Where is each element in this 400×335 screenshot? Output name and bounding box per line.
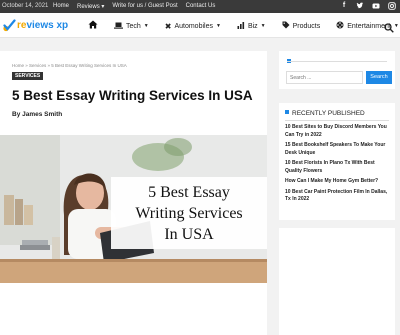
list-item[interactable]: 15 Best Bookshelf Speakers To Make Your … (285, 142, 393, 157)
film-icon (336, 21, 344, 31)
chevron-down-icon: ▼ (215, 23, 221, 29)
site-logo[interactable]: reviews xp (2, 18, 68, 32)
wrench-icon: ✖ (164, 21, 172, 31)
list-item[interactable]: 10 Best Car Paint Protection Film In Dal… (285, 189, 393, 204)
bar-chart-icon (237, 21, 245, 31)
main-nav: Tech ▼ ✖ Automobiles ▼ Biz ▼ Products Enter… (88, 20, 400, 32)
laptop-icon (114, 22, 123, 31)
chevron-down-icon: ▼ (143, 23, 149, 29)
recently-published-widget: RECENTLY PUBLISHED 10 Best Sites to Buy … (279, 103, 395, 220)
article-main: Home » Services » 5 Best Essay Writing S… (0, 51, 267, 335)
tag-icon (282, 21, 290, 31)
hero-title-overlay: 5 Best Essay Writing Services In USA (111, 177, 267, 249)
widget-heading: RECENTLY PUBLISHED (285, 110, 365, 117)
home-icon[interactable] (88, 20, 98, 32)
social-links: f (340, 2, 396, 10)
top-link-contact[interactable]: Contact Us (186, 3, 216, 10)
author-byline[interactable]: By James Smith (12, 111, 62, 118)
chevron-down-icon: ▼ (260, 23, 266, 29)
nav-item-products[interactable]: Products (282, 21, 320, 31)
logo-check-icon (2, 18, 16, 32)
youtube-icon[interactable] (372, 2, 380, 10)
list-item[interactable]: How Can I Make My Home Gym Better? (285, 178, 393, 186)
breadcrumb[interactable]: Home » Services » 5 Best Essay Writing S… (12, 63, 127, 68)
instagram-icon[interactable] (388, 2, 396, 10)
twitter-icon[interactable] (356, 2, 364, 10)
search-input[interactable] (286, 71, 363, 84)
top-bar: October 14, 2021 Home Reviews ▾ Write fo… (0, 0, 400, 13)
site-header: reviews xp Tech ▼ ✖ Automobiles ▼ Biz ▼ Pro… (0, 13, 400, 38)
hero-image: 5 Best Essay Writing Services In USA (0, 135, 267, 283)
divider (287, 61, 387, 62)
recent-posts-list: 10 Best Sites to Buy Discord Members You… (285, 124, 393, 207)
nav-item-biz[interactable]: Biz ▼ (237, 21, 266, 31)
top-link-reviews[interactable]: Reviews ▾ (77, 3, 104, 10)
search-icon[interactable] (384, 20, 394, 33)
top-links: Home Reviews ▾ Write for us / Guest Post… (53, 3, 215, 10)
list-item[interactable]: 10 Best Florists In Plano Tx With Best Q… (285, 160, 393, 175)
sidebar-widget (279, 228, 395, 335)
top-link-home[interactable]: Home (53, 3, 69, 10)
search-button[interactable]: Search (366, 71, 392, 84)
widget-accent (285, 110, 289, 114)
nav-item-automobiles[interactable]: ✖ Automobiles ▼ (165, 22, 221, 31)
logo-text: reviews xp (17, 19, 69, 31)
facebook-icon[interactable]: f (340, 2, 348, 10)
nav-item-tech[interactable]: Tech ▼ (114, 22, 149, 31)
category-badge[interactable]: SERVICES (12, 72, 44, 80)
date-label: October 14, 2021 (2, 3, 49, 9)
chevron-down-icon: ▼ (393, 23, 399, 29)
page-title: 5 Best Essay Writing Services In USA (12, 88, 253, 103)
list-item[interactable]: 10 Best Sites to Buy Discord Members You… (285, 124, 393, 139)
divider (285, 120, 389, 121)
top-link-write-for-us[interactable]: Write for us / Guest Post (112, 3, 177, 10)
